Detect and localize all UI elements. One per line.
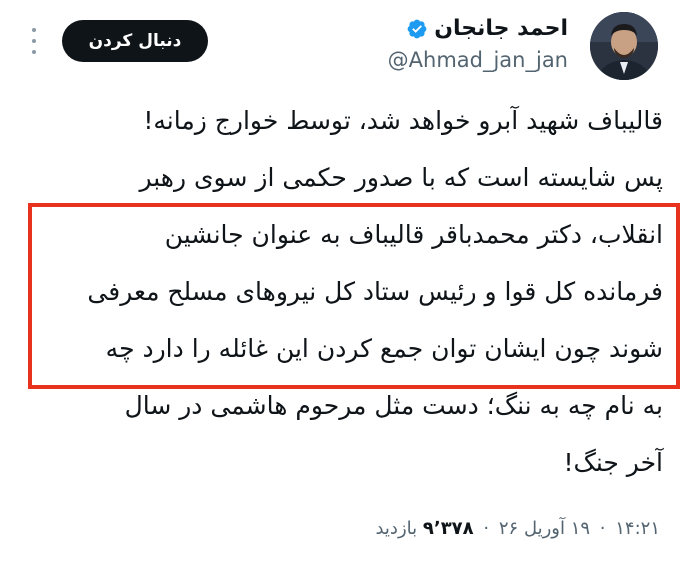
tweet-time[interactable]: ۱۴:۲۱	[615, 518, 660, 539]
more-dot	[32, 50, 36, 54]
tweet-date[interactable]: ۱۹ آوریل ۲۶	[499, 518, 590, 539]
tweet-line: فرمانده کل قوا و رئیس ستاد کل نیروهای مس…	[87, 277, 663, 306]
views-count: ۹٬۳۷۸	[422, 518, 474, 539]
tweet-line: آخر جنگ!	[563, 448, 663, 477]
more-dot	[32, 28, 36, 32]
meta-separator: ·	[483, 518, 490, 539]
tweet-text: قالیباف شهید آبرو خواهد شد، توسط خوارج ز…	[18, 92, 663, 491]
tweet-line: قالیباف شهید آبرو خواهد شد، توسط خوارج ز…	[143, 106, 663, 135]
tweet-line: پس شایسته است که با صدور حکمی از سوی رهب…	[139, 163, 663, 192]
meta-separator: ·	[599, 518, 606, 539]
tweet-line: انقلاب، دکتر محمدباقر قالیباف به عنوان ج…	[164, 220, 663, 249]
tweet-header: احمد جانجان @Ahmad_jan_jan دنبال کردن	[0, 0, 680, 90]
author-avatar[interactable]	[590, 12, 658, 80]
profile-photo-icon	[590, 12, 658, 80]
views-label: بازدید	[375, 518, 418, 539]
more-options-icon[interactable]	[26, 24, 42, 58]
more-dot	[32, 39, 36, 43]
author-handle[interactable]: @Ahmad_jan_jan	[388, 48, 568, 72]
verified-badge-icon	[407, 19, 427, 38]
author-display-name[interactable]: احمد جانجان	[434, 16, 568, 41]
follow-button[interactable]: دنبال کردن	[62, 20, 208, 62]
author-name-row: احمد جانجان	[406, 16, 568, 41]
tweet-metadata: ۱۴:۲۱ · ۱۹ آوریل ۲۶ · ۹٬۳۷۸ بازدید	[375, 518, 660, 539]
tweet-line: به نام چه به ننگ؛ د‌ست مثل مرحوم هاشمی د…	[124, 391, 663, 420]
tweet-line: شوند چون ایشان توان جمع کردن این غائله ر…	[105, 334, 663, 363]
